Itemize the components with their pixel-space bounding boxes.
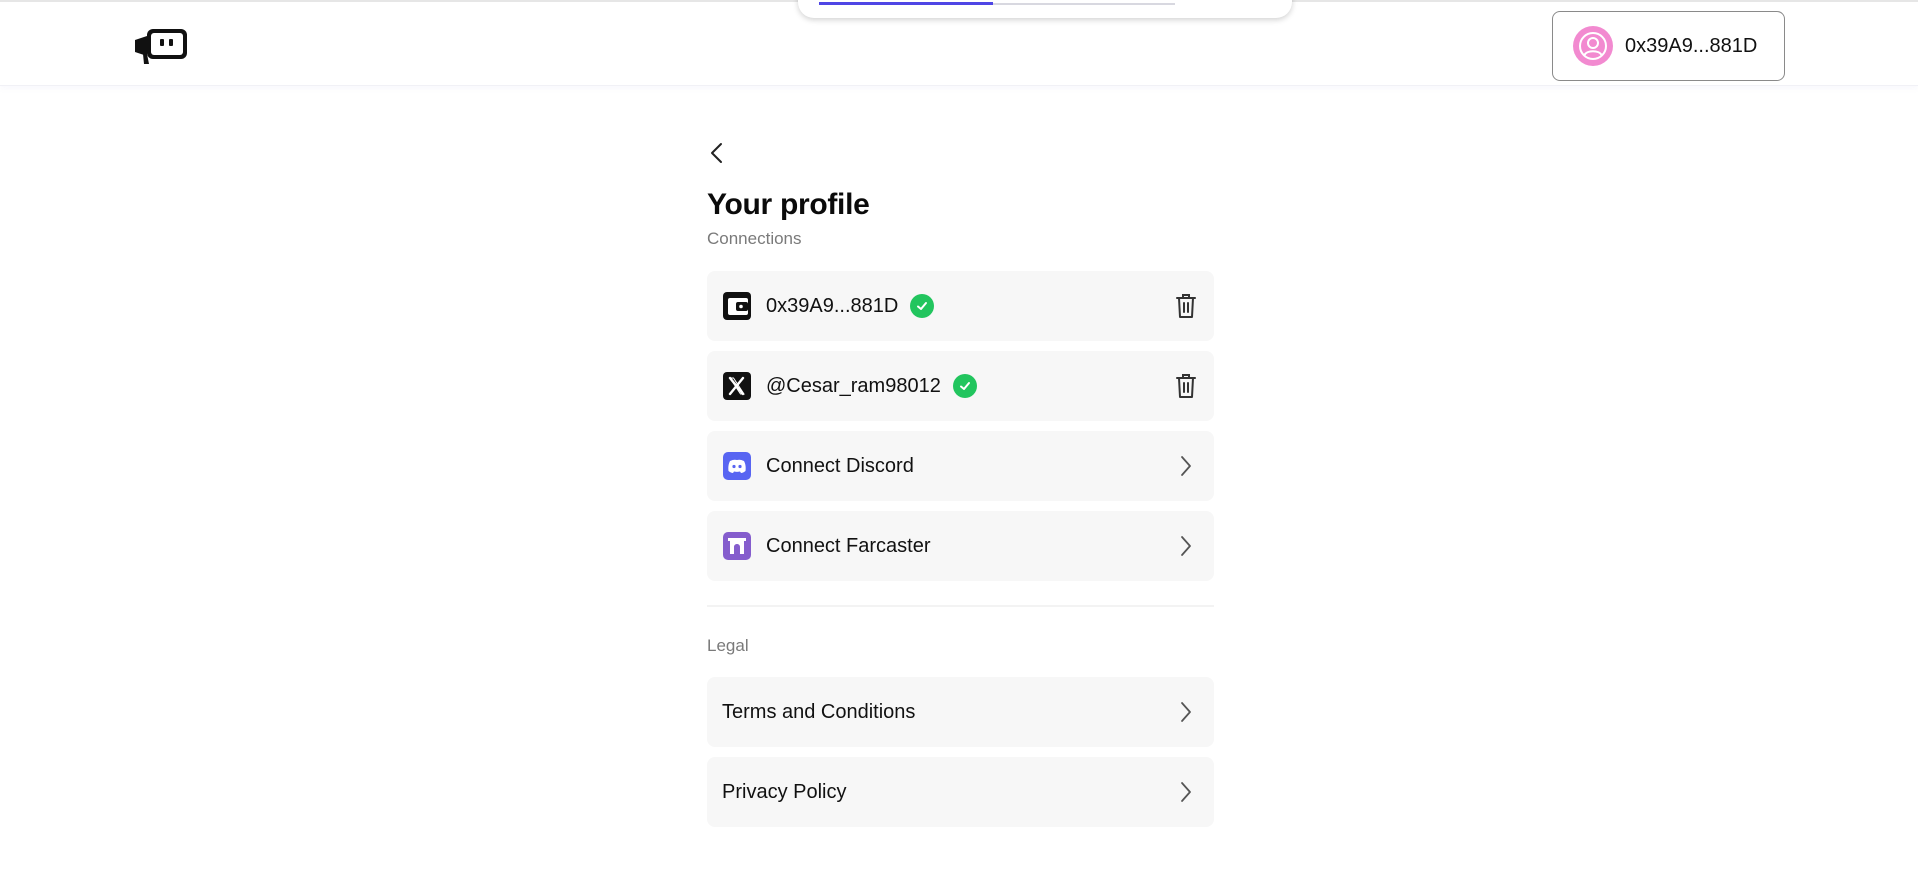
chevron-right-icon: [1172, 697, 1200, 727]
chevron-right-icon: [1172, 777, 1200, 807]
progress-track: [819, 2, 1175, 5]
legal-section-label: Legal: [707, 636, 749, 655]
terms-and-conditions-row[interactable]: Terms and Conditions: [707, 677, 1214, 747]
back-button[interactable]: [707, 136, 737, 170]
connection-row-x: @Cesar_ram98012: [707, 351, 1214, 421]
legal-link-label: Privacy Policy: [722, 780, 847, 803]
trash-icon[interactable]: [1172, 371, 1200, 401]
section-divider: [707, 605, 1214, 607]
wallet-icon: [722, 291, 752, 321]
connection-label: Connect Farcaster: [766, 534, 931, 557]
wallet-address-label: 0x39A9...881D: [1625, 34, 1758, 57]
user-avatar-icon: [1573, 26, 1613, 66]
connections-section-label: Connections: [707, 229, 802, 248]
top-bar: 0x39A9...881D: [0, 0, 1918, 86]
discord-icon: [722, 451, 752, 481]
connection-row-wallet: 0x39A9...881D: [707, 271, 1214, 341]
page-title: Your profile: [707, 188, 870, 221]
x-logo-icon: [722, 371, 752, 401]
wallet-account-button[interactable]: 0x39A9...881D: [1552, 11, 1785, 81]
legal-link-label: Terms and Conditions: [722, 700, 916, 723]
verified-check-icon: [952, 374, 977, 398]
progress-indicator: [798, 0, 1292, 18]
connect-farcaster-row[interactable]: Connect Farcaster: [707, 511, 1214, 581]
chevron-right-icon: [1172, 531, 1200, 561]
connection-label: @Cesar_ram98012: [766, 374, 941, 397]
privacy-policy-row[interactable]: Privacy Policy: [707, 757, 1214, 827]
progress-fill: [819, 2, 994, 5]
chevron-left-icon: [711, 143, 722, 163]
connection-label: Connect Discord: [766, 454, 914, 477]
connection-label: 0x39A9...881D: [766, 294, 899, 317]
trash-icon[interactable]: [1172, 291, 1200, 321]
chevron-right-icon: [1172, 451, 1200, 481]
farcaster-icon: [722, 531, 752, 561]
megaphone-logo-icon[interactable]: [133, 26, 189, 66]
verified-check-icon: [910, 294, 935, 318]
connect-discord-row[interactable]: Connect Discord: [707, 431, 1214, 501]
